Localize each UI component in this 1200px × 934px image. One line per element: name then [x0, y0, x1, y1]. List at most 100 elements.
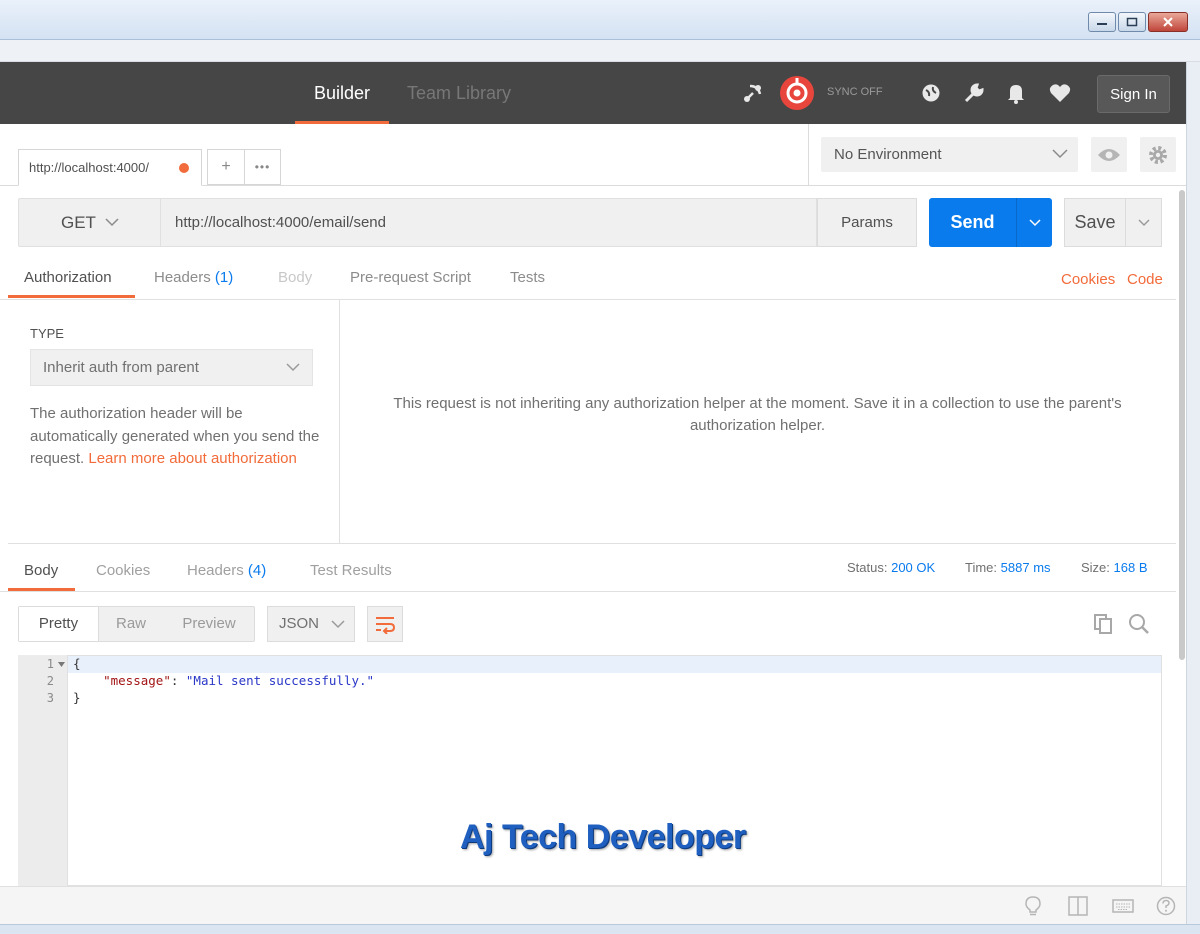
chevron-down-icon [286, 363, 300, 372]
code-line: "message": "Mail sent successfully." [103, 673, 375, 688]
auth-description: The authorization header will be automat… [30, 403, 320, 471]
interceptor-icon[interactable] [741, 81, 765, 105]
chevron-down-icon [105, 218, 119, 227]
environment-select[interactable]: No Environment [821, 137, 1078, 172]
eye-icon [1098, 148, 1120, 161]
minimize-icon [1097, 23, 1107, 25]
time-label: Time: [965, 560, 998, 575]
chevron-down-icon [331, 620, 345, 629]
send-button[interactable]: Send [929, 198, 1016, 247]
response-format-group: Pretty Raw Preview [18, 606, 255, 642]
tab-builder[interactable]: Builder [295, 62, 389, 124]
request-subtabs: Authorization Headers (1) Body Pre-reque… [0, 258, 1176, 300]
new-tab-button[interactable]: + [207, 149, 245, 185]
response-size: Size: 168 B [1081, 560, 1148, 575]
json-value: "Mail sent successfully." [185, 673, 375, 688]
response-headers-count: (4) [247, 562, 267, 579]
more-tabs-button[interactable]: ••• [244, 149, 281, 185]
format-preview-button[interactable]: Preview [171, 607, 247, 641]
active-line-highlight [68, 656, 1161, 673]
globe-icon[interactable] [919, 81, 943, 105]
sign-in-button[interactable]: Sign In [1097, 75, 1170, 113]
sync-status: SYNC OFF [827, 86, 883, 98]
json-key: "message" [103, 673, 171, 688]
response-headers-label: Headers [187, 562, 244, 579]
search-icon[interactable] [1127, 612, 1151, 636]
sync-icon[interactable] [779, 75, 815, 111]
close-window-button[interactable] [1148, 12, 1188, 32]
manage-environments-button[interactable] [1140, 137, 1176, 172]
keyboard-shortcuts-icon[interactable] [1112, 895, 1134, 917]
code-line: } [73, 690, 81, 705]
url-input[interactable]: http://localhost:4000/email/send [161, 198, 817, 247]
status-value: 200 OK [891, 560, 936, 575]
response-time: Time: 5887 ms [965, 560, 1051, 575]
main-scrollbar[interactable] [1179, 190, 1185, 660]
environment-quick-look-button[interactable] [1091, 137, 1127, 172]
method-select[interactable]: GET [18, 198, 161, 247]
size-label: Size: [1081, 560, 1110, 575]
chevron-down-icon [1052, 149, 1068, 159]
request-tab[interactable]: http://localhost:4000/ [18, 149, 202, 186]
method-value: GET [61, 213, 96, 232]
notifications-bell-icon[interactable] [1004, 81, 1028, 105]
response-tab-test-results[interactable]: Test Results [310, 562, 392, 579]
maximize-icon [1126, 17, 1138, 27]
tab-authorization[interactable]: Authorization [24, 269, 112, 286]
tab-headers-label: Headers [154, 269, 211, 286]
response-tab-headers[interactable]: Headers (4) [187, 562, 266, 579]
line-number: 3 [46, 691, 54, 705]
heart-icon[interactable] [1048, 81, 1072, 105]
save-options-button[interactable] [1126, 198, 1162, 247]
response-tab-body[interactable]: Body [24, 562, 58, 579]
cookies-link[interactable]: Cookies [1061, 271, 1115, 288]
auth-type-select[interactable]: Inherit auth from parent [30, 349, 313, 386]
app-header: Builder Team Library SYNC OFF Sign In [0, 62, 1190, 124]
response-language-select[interactable]: JSON [267, 606, 355, 642]
two-pane-view-icon[interactable] [1067, 895, 1089, 917]
status-label: Status: [847, 560, 888, 575]
request-tab-strip: http://localhost:4000/ + ••• [0, 124, 808, 186]
line-number: 2 [46, 674, 54, 688]
tab-headers-count: (1) [214, 269, 234, 286]
auth-type-label: TYPE [30, 326, 64, 341]
close-icon [1163, 17, 1173, 27]
fold-arrow-icon[interactable] [58, 662, 65, 667]
copy-icon[interactable] [1091, 612, 1115, 636]
tab-tests[interactable]: Tests [510, 269, 545, 286]
status-bar [0, 886, 1186, 924]
active-tab-indicator [8, 295, 135, 298]
unsaved-dot-icon [179, 163, 189, 173]
code-link[interactable]: Code [1127, 271, 1163, 288]
watermark-text: Aj Tech Developer [460, 818, 746, 856]
tab-headers[interactable]: Headers (1) [154, 269, 233, 286]
minimize-button[interactable] [1088, 12, 1116, 32]
line-number: 1 [46, 657, 54, 671]
window-bottom-border [0, 924, 1200, 934]
window-menu-strip [0, 40, 1200, 62]
learn-more-link[interactable]: Learn more about authorization [88, 450, 296, 467]
send-options-button[interactable] [1016, 198, 1052, 247]
tab-team-library[interactable]: Team Library [407, 62, 511, 124]
gear-icon [1149, 145, 1167, 164]
maximize-button[interactable] [1118, 12, 1146, 32]
wrap-lines-icon [376, 617, 396, 634]
lightbulb-icon[interactable] [1022, 895, 1044, 917]
tab-prerequest-script[interactable]: Pre-request Script [350, 269, 471, 286]
size-value: 168 B [1113, 560, 1148, 575]
line-number-gutter [18, 655, 68, 886]
environment-value: No Environment [834, 146, 942, 163]
wrap-lines-button[interactable] [367, 606, 403, 642]
help-icon[interactable] [1155, 895, 1177, 917]
response-active-tab-indicator [8, 588, 75, 591]
format-raw-button[interactable]: Raw [107, 607, 155, 641]
response-tab-cookies[interactable]: Cookies [96, 562, 150, 579]
save-button[interactable]: Save [1064, 198, 1126, 247]
auth-inherit-message: This request is not inheriting any autho… [393, 395, 1122, 434]
tab-body[interactable]: Body [278, 269, 312, 286]
chevron-down-icon [1028, 218, 1041, 226]
settings-wrench-icon[interactable] [962, 81, 986, 105]
format-pretty-button[interactable]: Pretty [19, 607, 99, 641]
params-button[interactable]: Params [817, 198, 917, 247]
auth-type-value: Inherit auth from parent [43, 359, 199, 376]
